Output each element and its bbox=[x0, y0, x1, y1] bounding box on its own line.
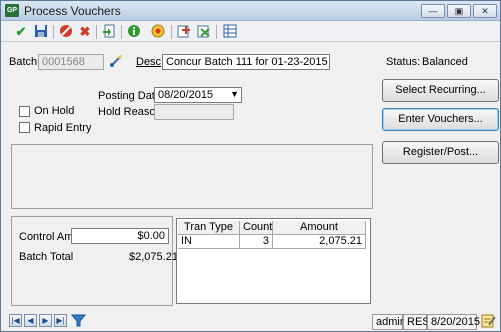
window-title: Process Vouchers bbox=[24, 4, 121, 18]
toolbar-separator bbox=[121, 25, 122, 39]
batch-total-value: $2,075.21 bbox=[129, 251, 178, 263]
batch-total-label: Batch Total bbox=[19, 251, 74, 263]
grid-cell-tran-type: IN bbox=[178, 235, 240, 249]
toolbar-separator bbox=[53, 25, 54, 39]
posting-date-label: Posting Date bbox=[98, 90, 161, 102]
statusbar-user: admin bbox=[372, 314, 406, 330]
control-amt-field[interactable]: $0.00 bbox=[71, 228, 169, 244]
batch-details-panel bbox=[11, 144, 373, 209]
batch-label: Batch bbox=[9, 56, 38, 68]
register-post-button[interactable]: Register/Post... bbox=[382, 141, 499, 164]
grid-header-count: Count bbox=[240, 221, 273, 235]
batch-id-field: 0001568 bbox=[38, 54, 104, 70]
grid-header-amount: Amount bbox=[273, 221, 366, 235]
first-record-icon: |◀ bbox=[11, 316, 20, 325]
previous-record-icon: ◀ bbox=[27, 316, 34, 325]
status-value: Balanced bbox=[422, 56, 468, 68]
posting-date-value: 08/20/2015 bbox=[158, 89, 214, 101]
on-hold-checkbox[interactable] bbox=[19, 106, 30, 117]
grid-header-tran-type: Tran Type bbox=[178, 221, 240, 235]
title-bar[interactable]: GP Process Vouchers — ▣ ✕ bbox=[1, 1, 500, 21]
maximize-icon: ▣ bbox=[454, 6, 464, 16]
close-button[interactable]: ✕ bbox=[473, 4, 497, 18]
filter-button[interactable] bbox=[70, 313, 87, 328]
toolbar: ✔ ✖ bbox=[1, 22, 500, 42]
status-label: Status: bbox=[386, 56, 421, 68]
app-logo: GP bbox=[5, 4, 19, 17]
notes-button[interactable] bbox=[480, 313, 496, 329]
description-field[interactable]: Concur Batch 111 for 01-23-2015 bbox=[162, 54, 330, 70]
transactions-icon[interactable] bbox=[196, 24, 212, 40]
last-record-icon: ▶| bbox=[56, 316, 65, 325]
save-checkmark-icon[interactable]: ✔ bbox=[13, 24, 29, 40]
grid-cell-count: 3 bbox=[240, 235, 273, 249]
filter-icon bbox=[70, 314, 87, 327]
chevron-down-icon[interactable]: ▼ bbox=[230, 88, 239, 100]
toolbar-separator bbox=[96, 25, 97, 39]
info-icon[interactable] bbox=[126, 24, 142, 40]
delete-icon[interactable]: ✖ bbox=[77, 24, 93, 40]
previous-record-button[interactable]: ◀ bbox=[24, 314, 37, 327]
process-vouchers-window: GP Process Vouchers — ▣ ✕ ✔ ✖ Batch 0001… bbox=[0, 0, 501, 332]
notes-icon bbox=[481, 314, 496, 328]
hold-reason-label: Hold Reason bbox=[98, 106, 162, 118]
last-record-button[interactable]: ▶| bbox=[54, 314, 67, 327]
minimize-button[interactable]: — bbox=[421, 4, 445, 18]
desc-label: Desc bbox=[136, 56, 162, 68]
hold-reason-field bbox=[154, 104, 234, 120]
grid-cell-amount: 2,075.21 bbox=[273, 235, 366, 249]
select-recurring-button[interactable]: Select Recurring... bbox=[382, 79, 499, 102]
import-icon[interactable] bbox=[101, 24, 117, 40]
statusbar-company: RES bbox=[403, 314, 430, 330]
posting-date-field[interactable]: 08/20/2015 ▼ bbox=[154, 87, 242, 103]
reports-icon[interactable] bbox=[176, 24, 192, 40]
cancel-icon[interactable] bbox=[58, 24, 74, 40]
on-hold-label: On Hold bbox=[34, 105, 75, 117]
maximize-button[interactable]: ▣ bbox=[447, 4, 471, 18]
statusbar-date: 8/20/2015 bbox=[427, 314, 480, 330]
toolbar-separator bbox=[216, 25, 217, 39]
rapid-entry-label: Rapid Entry bbox=[34, 122, 92, 134]
next-record-icon: ▶ bbox=[42, 316, 49, 325]
transaction-summary-grid: Tran Type Count Amount IN 3 2,075.21 bbox=[176, 218, 371, 304]
help-icon[interactable] bbox=[150, 24, 166, 40]
rapid-entry-checkbox[interactable] bbox=[19, 122, 30, 133]
close-icon: ✕ bbox=[481, 6, 489, 16]
next-record-button[interactable]: ▶ bbox=[39, 314, 52, 327]
lookup-icon bbox=[110, 55, 122, 67]
toolbar-separator bbox=[171, 25, 172, 39]
control-amt-label: Control Amt bbox=[19, 231, 77, 243]
enter-vouchers-button[interactable]: Enter Vouchers... bbox=[382, 108, 499, 131]
save-disk-icon[interactable] bbox=[33, 24, 49, 40]
minimize-icon: — bbox=[428, 6, 438, 16]
first-record-button[interactable]: |◀ bbox=[9, 314, 22, 327]
batch-lookup-button[interactable] bbox=[108, 53, 124, 69]
table-icon[interactable] bbox=[222, 24, 238, 40]
